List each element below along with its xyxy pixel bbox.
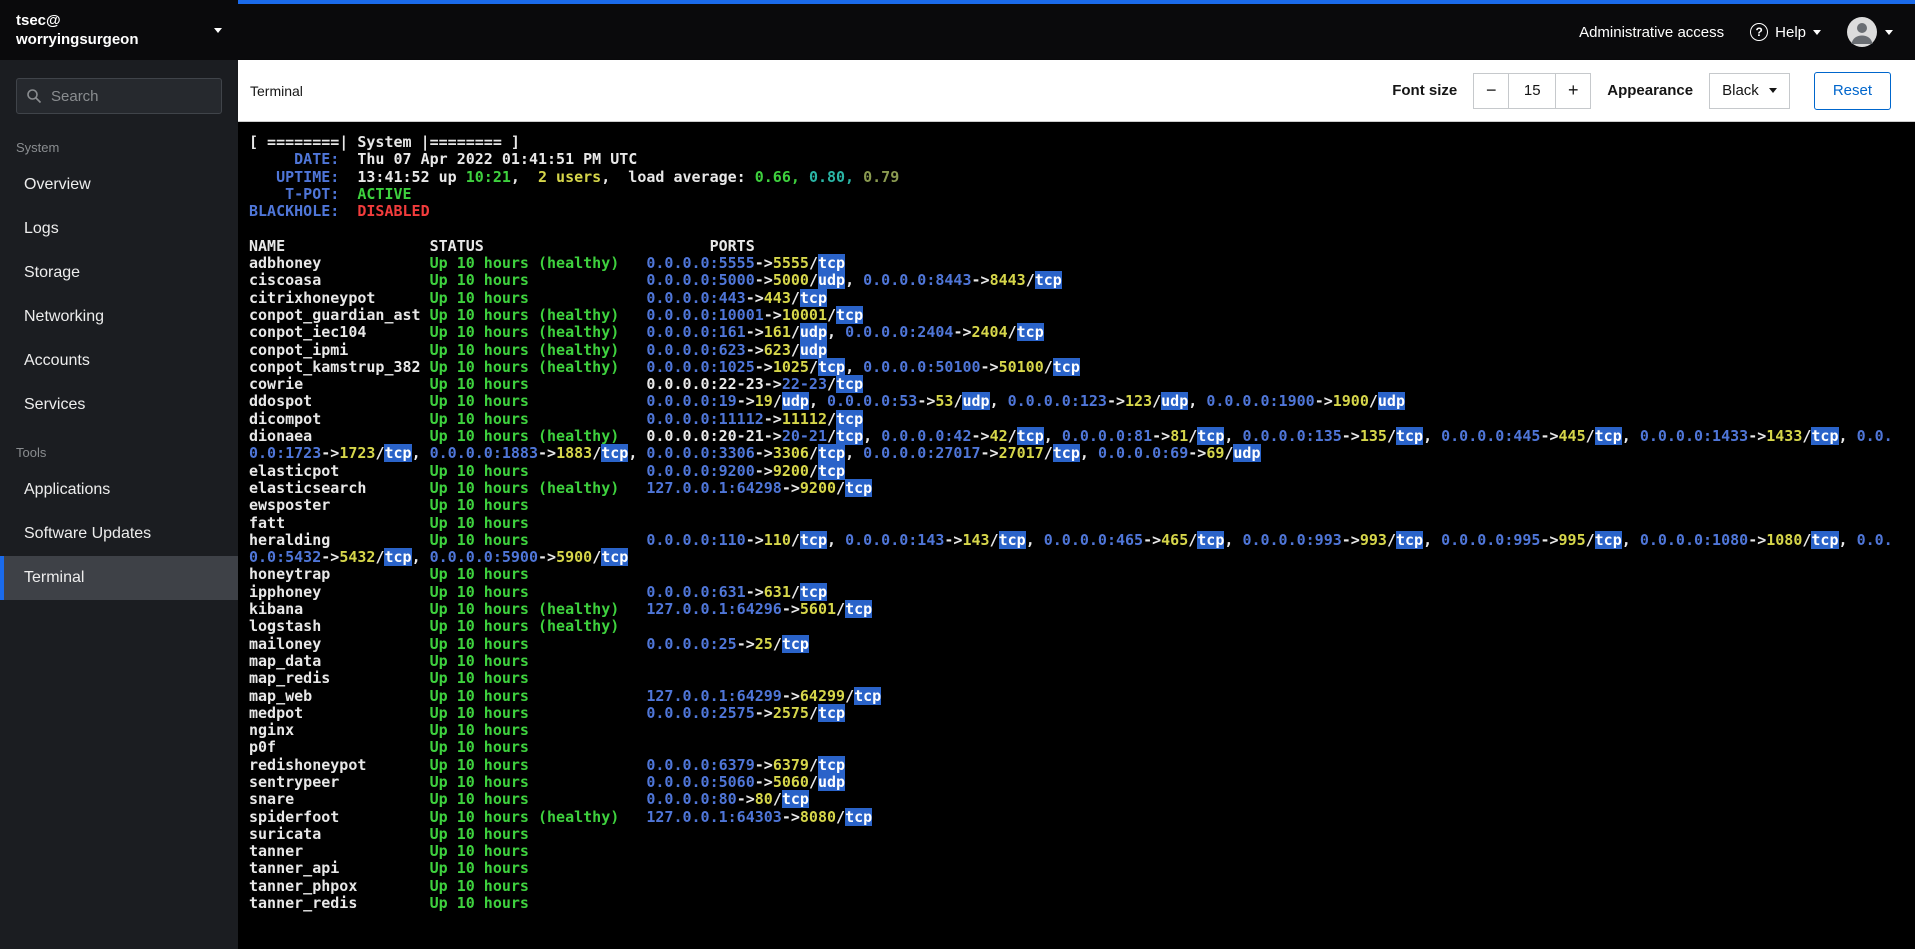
terminal-line: sentrypeer Up 10 hours 0.0.0.0:5060->506… [249,772,846,791]
terminal-line: BLACKHOLE: DISABLED [249,202,430,221]
chevron-down-icon [214,27,222,33]
terminal-line: logstash Up 10 hours (healthy) [249,617,647,636]
host-user-line1: tsec@ [16,12,61,29]
terminal-toolbar: Terminal Font size − 15 + Appearance Bla… [238,60,1915,122]
terminal-line: map_redis Up 10 hours [249,669,647,688]
host-user-line2: worryingsurgeon [16,31,139,48]
terminal-line: tanner_redis Up 10 hours [249,894,647,913]
search-icon [26,88,42,104]
terminal-line: nginx Up 10 hours [249,721,647,740]
help-menu[interactable]: ? Help [1750,23,1821,41]
nav-section-label-tools: Tools [16,445,47,460]
terminal-line: redishoneypot Up 10 hours 0.0.0.0:6379->… [249,755,846,774]
terminal-line: DATE: Thu 07 Apr 2022 01:41:51 PM UTC [249,150,638,169]
sidebar-item-storage[interactable]: Storage [0,251,238,295]
avatar [1847,17,1877,47]
search-input[interactable] [16,78,222,114]
sidebar-nav: System Overview Logs Storage Networking Accou… [0,122,238,600]
terminal-line: medpot Up 10 hours 0.0.0.0:2575->2575/tc… [249,703,846,722]
toolbar-controls: Font size − 15 + Appearance Black Reset [1392,71,1891,110]
appearance-label: Appearance [1607,82,1694,99]
terminal-line: ipphoney Up 10 hours 0.0.0.0:631->631/tc… [249,582,827,601]
terminal-line: suricata Up 10 hours [249,824,647,843]
terminal-line: conpot_kamstrup_382 Up 10 hours (healthy… [249,357,1080,376]
font-size-increase-button[interactable]: + [1555,72,1592,109]
sidebar-item-accounts[interactable]: Accounts [0,339,238,383]
reset-button[interactable]: Reset [1813,71,1891,110]
sidebar-item-logs[interactable]: Logs [0,207,238,251]
chevron-down-icon [1885,29,1893,35]
nav-section-label-system: System [16,140,60,155]
terminal-line: map_data Up 10 hours [249,651,647,670]
appearance-select[interactable]: Black [1709,72,1790,109]
terminal-line: conpot_guardian_ast Up 10 hours (healthy… [249,305,864,324]
terminal-line: dionaea Up 10 hours (healthy) 0.0.0.0:20… [249,427,1893,463]
font-size-stepper: − 15 + [1473,72,1592,109]
session-menu[interactable] [1847,17,1893,47]
app-window: tsec@ worryingsurgeon System OverviewLogs… [0,0,1915,949]
terminal-line: mailoney Up 10 hours 0.0.0.0:25->25/tcp [249,634,809,653]
terminal-line: tanner Up 10 hours [249,842,647,861]
sidebar-search [16,78,222,114]
sidebar-item-terminal[interactable]: Terminal [0,556,238,600]
terminal-line: elasticsearch Up 10 hours (healthy) 127.… [249,478,873,497]
administrative-access-label[interactable]: Administrative access [1579,24,1724,41]
sidebar-item-software-updates[interactable]: Software Updates [0,512,238,556]
font-size-value: 15 [1509,72,1556,109]
terminal-line: tanner_api Up 10 hours [249,859,647,878]
chevron-down-icon [1813,29,1821,35]
terminal-line: tanner_phpox Up 10 hours [249,876,647,895]
appearance-selected-value: Black [1722,82,1759,99]
terminal-line: NAME STATUS PORTS [249,236,755,255]
terminal-line: conpot_iec104 Up 10 hours (healthy) 0.0.… [249,323,1044,342]
main-column: Administrative access ? Help Terminal Fo… [238,0,1915,949]
terminal-line: fatt Up 10 hours [249,513,647,532]
host-user-menu[interactable]: tsec@ worryingsurgeon [0,0,238,60]
terminal-line: snare Up 10 hours 0.0.0.0:80->80/tcp [249,790,809,809]
terminal-line: T-POT: ACTIVE [249,184,412,203]
terminal-line: UPTIME: 13:41:52 up 10:21, 2 users, load… [249,167,900,186]
terminal-line: [ ========| System |======== ] [249,133,520,151]
help-icon: ? [1750,23,1769,41]
sidebar-item-overview[interactable]: Overview [0,163,238,207]
terminal-line: conpot_ipmi Up 10 hours (healthy) 0.0.0.… [249,340,827,359]
terminal-line: ciscoasa Up 10 hours 0.0.0.0:5000->5000/… [249,271,1062,290]
chevron-down-icon [1768,88,1777,93]
sidebar: tsec@ worryingsurgeon System OverviewLogs… [0,0,238,949]
font-size-label: Font size [1392,82,1458,99]
font-size-decrease-button[interactable]: − [1473,72,1510,109]
terminal-line: p0f Up 10 hours [249,738,647,757]
host-user-label: tsec@ worryingsurgeon [16,11,139,49]
terminal-line: kibana Up 10 hours (healthy) 127.0.0.1:6… [249,600,873,619]
terminal-line: elasticpot Up 10 hours 0.0.0.0:9200->920… [249,461,846,480]
terminal-line: dicompot Up 10 hours 0.0.0.0:11112->1111… [249,409,864,428]
page-title: Terminal [250,82,303,99]
terminal-output[interactable]: [ ========| System |======== ] DATE: Thu… [238,122,1915,949]
terminal-line: ewsposter Up 10 hours [249,496,647,515]
help-label: Help [1775,23,1806,41]
sidebar-item-services[interactable]: Services [0,383,238,427]
terminal-line: ddospot Up 10 hours 0.0.0.0:19->19/udp, … [249,392,1405,411]
sidebar-item-networking[interactable]: Networking [0,295,238,339]
terminal-line: citrixhoneypot Up 10 hours 0.0.0.0:443->… [249,288,827,307]
terminal-line: spiderfoot Up 10 hours (healthy) 127.0.0… [249,807,873,826]
terminal-line: honeytrap Up 10 hours [249,565,647,584]
terminal-line: adbhoney Up 10 hours (healthy) 0.0.0.0:5… [249,254,846,273]
sidebar-item-applications[interactable]: Applications [0,468,238,512]
terminal-line: heralding Up 10 hours 0.0.0.0:110->110/t… [249,530,1893,567]
terminal-line: cowrie Up 10 hours 0.0.0.0:22-23->22-23/… [249,375,864,394]
topbar: Administrative access ? Help [238,4,1915,60]
terminal-line: map_web Up 10 hours 127.0.0.1:64299->642… [249,686,882,705]
